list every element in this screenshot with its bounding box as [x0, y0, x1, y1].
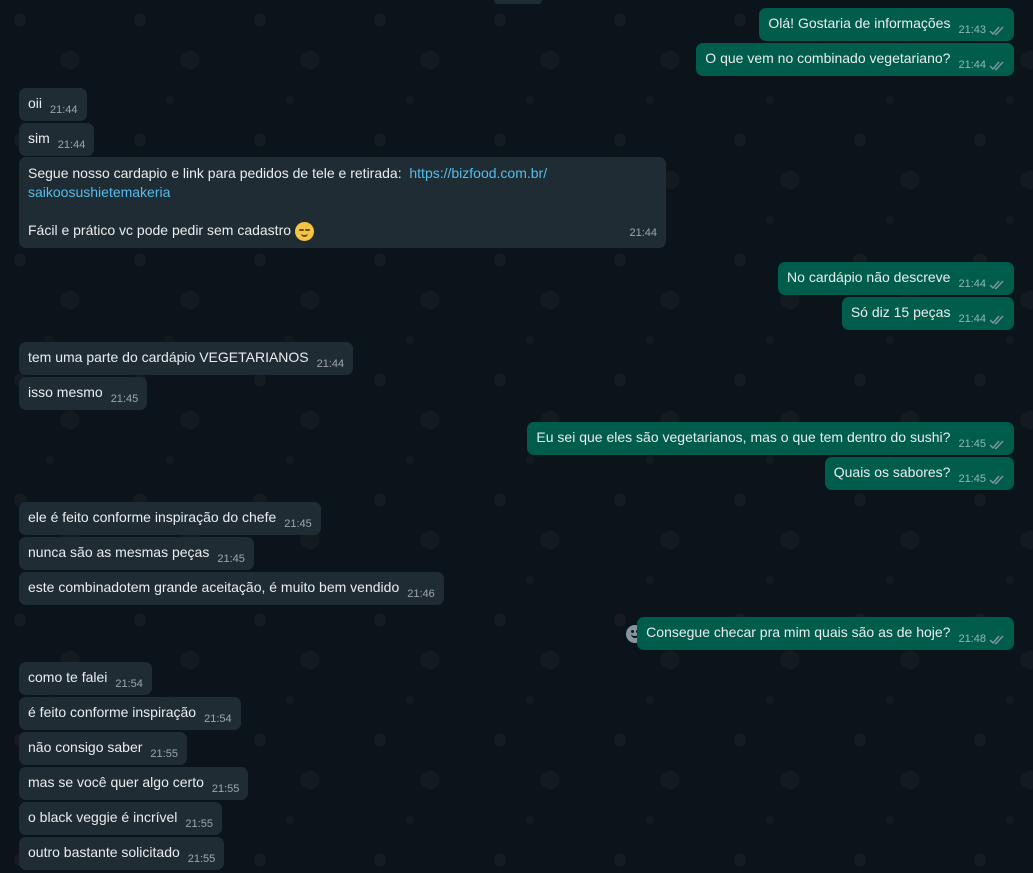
message-incoming[interactable]: isso mesmo 21:45: [19, 377, 148, 410]
message-outgoing[interactable]: Eu sei que eles são vegetarianos, mas o …: [527, 422, 1014, 455]
message-incoming[interactable]: sim 21:44: [19, 123, 95, 156]
message-time: 21:54: [204, 713, 232, 725]
message-incoming[interactable]: oii 21:44: [19, 88, 87, 121]
message-time: 21:45: [958, 470, 1005, 489]
message-time: 21:46: [407, 588, 435, 600]
menu-link[interactable]: https://bizfood.com.br/: [409, 165, 547, 181]
message-text: como te falei: [28, 669, 108, 685]
message-text: sim: [28, 130, 50, 146]
message-time: 21:55: [185, 818, 213, 830]
message-incoming[interactable]: mas se você quer algo certo 21:55: [19, 767, 249, 800]
message-time: 21:44: [50, 104, 78, 116]
double-check-icon: [989, 279, 1005, 290]
message-outgoing[interactable]: Consegue checar pra mim quais são as de …: [637, 617, 1014, 650]
message-time: 21:45: [110, 393, 139, 405]
message-outgoing[interactable]: No cardápio não descreve 21:44: [778, 262, 1014, 295]
message-text: Consegue checar pra mim quais são as de …: [646, 624, 951, 640]
message-incoming[interactable]: é feito conforme inspiração 21:54: [19, 697, 241, 730]
smirking-face-emoji: [295, 221, 315, 241]
message-incoming-menu-link[interactable]: Segue nosso cardapio e link para pedidos…: [19, 157, 666, 248]
message-time: 21:44: [958, 310, 1005, 329]
menu-link-continuation[interactable]: saikoosushietemakeria: [28, 183, 657, 202]
message-time: 21:44: [57, 139, 86, 151]
message-time: 21:55: [211, 783, 240, 795]
message-text: Olá! Gostaria de informações: [768, 15, 951, 31]
message-time: 21:45: [217, 553, 245, 565]
message-outgoing[interactable]: Olá! Gostaria de informações 21:43: [759, 8, 1014, 41]
message-incoming[interactable]: outro bastante solicitado 21:55: [19, 837, 225, 870]
message-time: 21:55: [187, 853, 216, 865]
message-text: Segue nosso cardapio e link para pedidos…: [28, 165, 548, 181]
message-time: 21:44: [629, 227, 657, 239]
message-time: 21:44: [316, 358, 345, 370]
message-incoming[interactable]: nunca são as mesmas peças 21:45: [19, 537, 254, 570]
message-text: nunca são as mesmas peças: [28, 544, 210, 560]
message-text: não consigo saber: [28, 739, 143, 755]
message-incoming[interactable]: não consigo saber 21:55: [19, 732, 187, 765]
message-text: Quais os sabores?: [833, 464, 951, 480]
message-incoming[interactable]: como te falei 21:54: [19, 662, 152, 695]
message-outgoing[interactable]: O que vem no combinado vegetariano? 21:44: [696, 43, 1014, 76]
message-text: Só diz 15 peças: [850, 304, 951, 320]
message-incoming[interactable]: tem uma parte do cardápio VEGETARIANOS 21…: [19, 342, 354, 375]
message-text: isso mesmo: [28, 384, 103, 400]
message-text: ele é feito conforme inspiração do chefe: [28, 509, 277, 525]
message-time: 21:48: [958, 630, 1005, 649]
previous-message-edge: [494, 0, 542, 4]
message-time: 21:44: [958, 275, 1005, 294]
message-incoming[interactable]: ele é feito conforme inspiração do chefe…: [19, 502, 321, 535]
double-check-icon: [989, 634, 1005, 645]
double-check-icon: [989, 314, 1005, 325]
message-text: Eu sei que eles são vegetarianos, mas o …: [536, 429, 951, 445]
message-text: é feito conforme inspiração: [28, 704, 197, 720]
message-text: o black veggie é incrível: [28, 809, 178, 825]
message-text: mas se você quer algo certo: [28, 774, 204, 790]
message-text: No cardápio não descreve: [787, 269, 951, 285]
message-incoming[interactable]: este combinadotem grande aceitação, é mu…: [19, 572, 444, 605]
message-text: O que vem no combinado vegetariano?: [705, 50, 951, 66]
message-time: 21:55: [150, 748, 178, 760]
message-text: este combinadotem grande aceitação, é mu…: [28, 579, 400, 595]
double-check-icon: [989, 60, 1005, 71]
message-text: oii: [28, 95, 43, 111]
message-incoming[interactable]: o black veggie é incrível 21:55: [19, 802, 222, 835]
double-check-icon: [989, 25, 1005, 36]
message-text: outro bastante solicitado: [28, 844, 180, 860]
message-time: 21:45: [284, 518, 312, 530]
message-outgoing[interactable]: Quais os sabores? 21:45: [824, 457, 1014, 490]
message-text: tem uma parte do cardápio VEGETARIANOS: [28, 349, 309, 365]
message-time: 21:43: [958, 21, 1005, 40]
double-check-icon: [989, 474, 1005, 485]
double-check-icon: [989, 439, 1005, 450]
message-time: 21:45: [958, 435, 1005, 454]
message-outgoing[interactable]: Só diz 15 peças 21:44: [841, 297, 1014, 330]
message-text: Fácil e prático vc pode pedir sem cadast…: [28, 221, 657, 241]
message-time: 21:44: [958, 56, 1005, 75]
message-time: 21:54: [115, 678, 143, 690]
